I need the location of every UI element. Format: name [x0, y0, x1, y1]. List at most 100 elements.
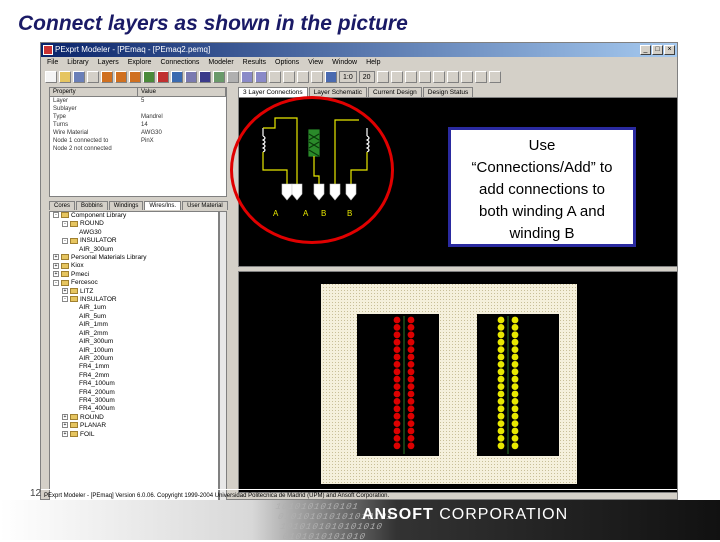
tree-item[interactable]: + LITZ	[50, 288, 218, 296]
core-icon[interactable]	[101, 71, 113, 83]
tree-item[interactable]: AIR_1um	[50, 304, 218, 312]
gear-icon[interactable]	[432, 71, 445, 83]
collapse-icon[interactable]: -	[62, 220, 68, 227]
bobbin-icon[interactable]	[115, 71, 127, 83]
zoom-out-icon[interactable]	[404, 71, 417, 83]
minimize-button[interactable]: _	[640, 45, 651, 55]
tab-bobbins[interactable]: Bobbins	[76, 201, 108, 210]
tree-item[interactable]: FR4_2mm	[50, 372, 218, 380]
tree-item[interactable]: - INSULATOR	[50, 296, 218, 304]
tree-item[interactable]: AIR_1mm	[50, 321, 218, 329]
property-row[interactable]: Layer 5	[50, 97, 226, 105]
results-icon[interactable]	[199, 71, 211, 83]
tree-item[interactable]: FR4_400um	[50, 405, 218, 413]
collapse-icon[interactable]: -	[53, 212, 59, 219]
tree-item[interactable]: FR4_200um	[50, 389, 218, 397]
property-row[interactable]: Type Mandrel	[50, 113, 226, 121]
expand-icon[interactable]: +	[62, 414, 68, 421]
zoom-in-icon[interactable]	[390, 71, 403, 83]
cross-section-view[interactable]	[238, 271, 678, 493]
tree-item[interactable]: AIR_300um	[50, 338, 218, 346]
expand-icon[interactable]: +	[53, 271, 59, 278]
value-column-header[interactable]: Value	[138, 88, 226, 96]
menu-layers[interactable]: Layers	[98, 57, 119, 69]
tree-item[interactable]: + PLANAR	[50, 422, 218, 430]
tree-item[interactable]: FR4_100um	[50, 380, 218, 388]
new-file-icon[interactable]	[45, 71, 57, 83]
connect-icon[interactable]	[171, 71, 183, 83]
property-row[interactable]: Node 1 connected to PinX	[50, 137, 226, 145]
tree-item[interactable]: + FOIL	[50, 431, 218, 439]
property-row[interactable]: Sublayer	[50, 105, 226, 113]
grid-icon[interactable]	[213, 71, 225, 83]
tree-item[interactable]: + Pmeci	[50, 271, 218, 279]
menu-view[interactable]: View	[308, 57, 323, 69]
expand-icon[interactable]: +	[62, 287, 68, 294]
tree-item[interactable]: - Component Library	[50, 212, 218, 220]
property-row[interactable]: Turns 14	[50, 121, 226, 129]
window-icon[interactable]	[241, 71, 253, 83]
tab-cores[interactable]: Cores	[49, 201, 76, 210]
zoom-value-field[interactable]: 20	[358, 71, 375, 83]
expand-icon[interactable]: +	[53, 254, 59, 261]
tree-item[interactable]: - INSULATOR	[50, 237, 218, 245]
menu-file[interactable]: File	[47, 57, 58, 69]
collapse-icon[interactable]: -	[62, 237, 68, 244]
expand-icon[interactable]: +	[62, 430, 68, 437]
tree-item[interactable]: AIR_2mm	[50, 330, 218, 338]
tab-wires-ins[interactable]: Wires/Ins.	[144, 201, 182, 210]
fit-icon[interactable]	[376, 71, 389, 83]
tree-item[interactable]: FR4_300um	[50, 397, 218, 405]
open-folder-icon[interactable]	[59, 71, 71, 83]
tree-item[interactable]: AIR_300um	[50, 246, 218, 254]
tab-windings[interactable]: Windings	[108, 201, 144, 210]
tree-item[interactable]: AWG30	[50, 229, 218, 237]
expand-icon[interactable]: +	[62, 422, 68, 429]
rotate-icon[interactable]	[311, 71, 323, 83]
tree-item[interactable]: FR4_1mm	[50, 363, 218, 371]
table-icon[interactable]	[227, 71, 239, 83]
collapse-icon[interactable]: -	[53, 279, 59, 286]
close-button[interactable]: ×	[664, 45, 675, 55]
tab-current-design[interactable]: Current Design	[368, 87, 422, 97]
clock-icon[interactable]	[488, 71, 501, 83]
target-icon[interactable]	[446, 71, 459, 83]
delete-icon[interactable]	[157, 71, 169, 83]
tab-layer-connections[interactable]: 3 Layer Connections	[238, 87, 308, 97]
tree-item[interactable]: + Kiox	[50, 262, 218, 270]
tree-item[interactable]: - Fercesoc	[50, 279, 218, 287]
tree-scrollbar[interactable]	[219, 211, 227, 501]
menu-modeler[interactable]: Modeler	[208, 57, 233, 69]
menu-connections[interactable]: Connections	[160, 57, 199, 69]
tree-item[interactable]: AIR_200um	[50, 355, 218, 363]
winding-icon[interactable]	[129, 71, 141, 83]
view-icon[interactable]	[325, 71, 337, 83]
tree-item[interactable]: + ROUND	[50, 414, 218, 422]
menu-options[interactable]: Options	[275, 57, 299, 69]
property-row[interactable]: Wire Material AWG30	[50, 129, 226, 137]
maximize-button[interactable]: □	[652, 45, 663, 55]
menu-library[interactable]: Library	[67, 57, 88, 69]
tab-design-status[interactable]: Design Status	[422, 87, 474, 97]
pan-icon[interactable]	[297, 71, 309, 83]
expand-icon[interactable]: +	[53, 262, 59, 269]
layout-icon[interactable]	[255, 71, 267, 83]
menu-window[interactable]: Window	[332, 57, 357, 69]
zoom-area-icon[interactable]	[418, 71, 431, 83]
tree-item[interactable]: AIR_5um	[50, 313, 218, 321]
property-row[interactable]: Node 2 not connected	[50, 145, 226, 153]
model-icon[interactable]	[185, 71, 197, 83]
print-icon[interactable]	[460, 71, 473, 83]
property-column-header[interactable]: Property	[50, 88, 138, 96]
tree-item[interactable]: AIR_100um	[50, 347, 218, 355]
menu-results[interactable]: Results	[243, 57, 266, 69]
pointer-icon[interactable]	[283, 71, 295, 83]
tab-user-material[interactable]: User Material	[182, 201, 228, 210]
help-icon[interactable]	[87, 71, 99, 83]
menu-explore[interactable]: Explore	[128, 57, 152, 69]
tree-item[interactable]: - ROUND	[50, 220, 218, 228]
save-icon[interactable]	[73, 71, 85, 83]
arrow-icon[interactable]	[269, 71, 281, 83]
export-icon[interactable]	[474, 71, 487, 83]
tree-item[interactable]: + Personal Materials Library	[50, 254, 218, 262]
